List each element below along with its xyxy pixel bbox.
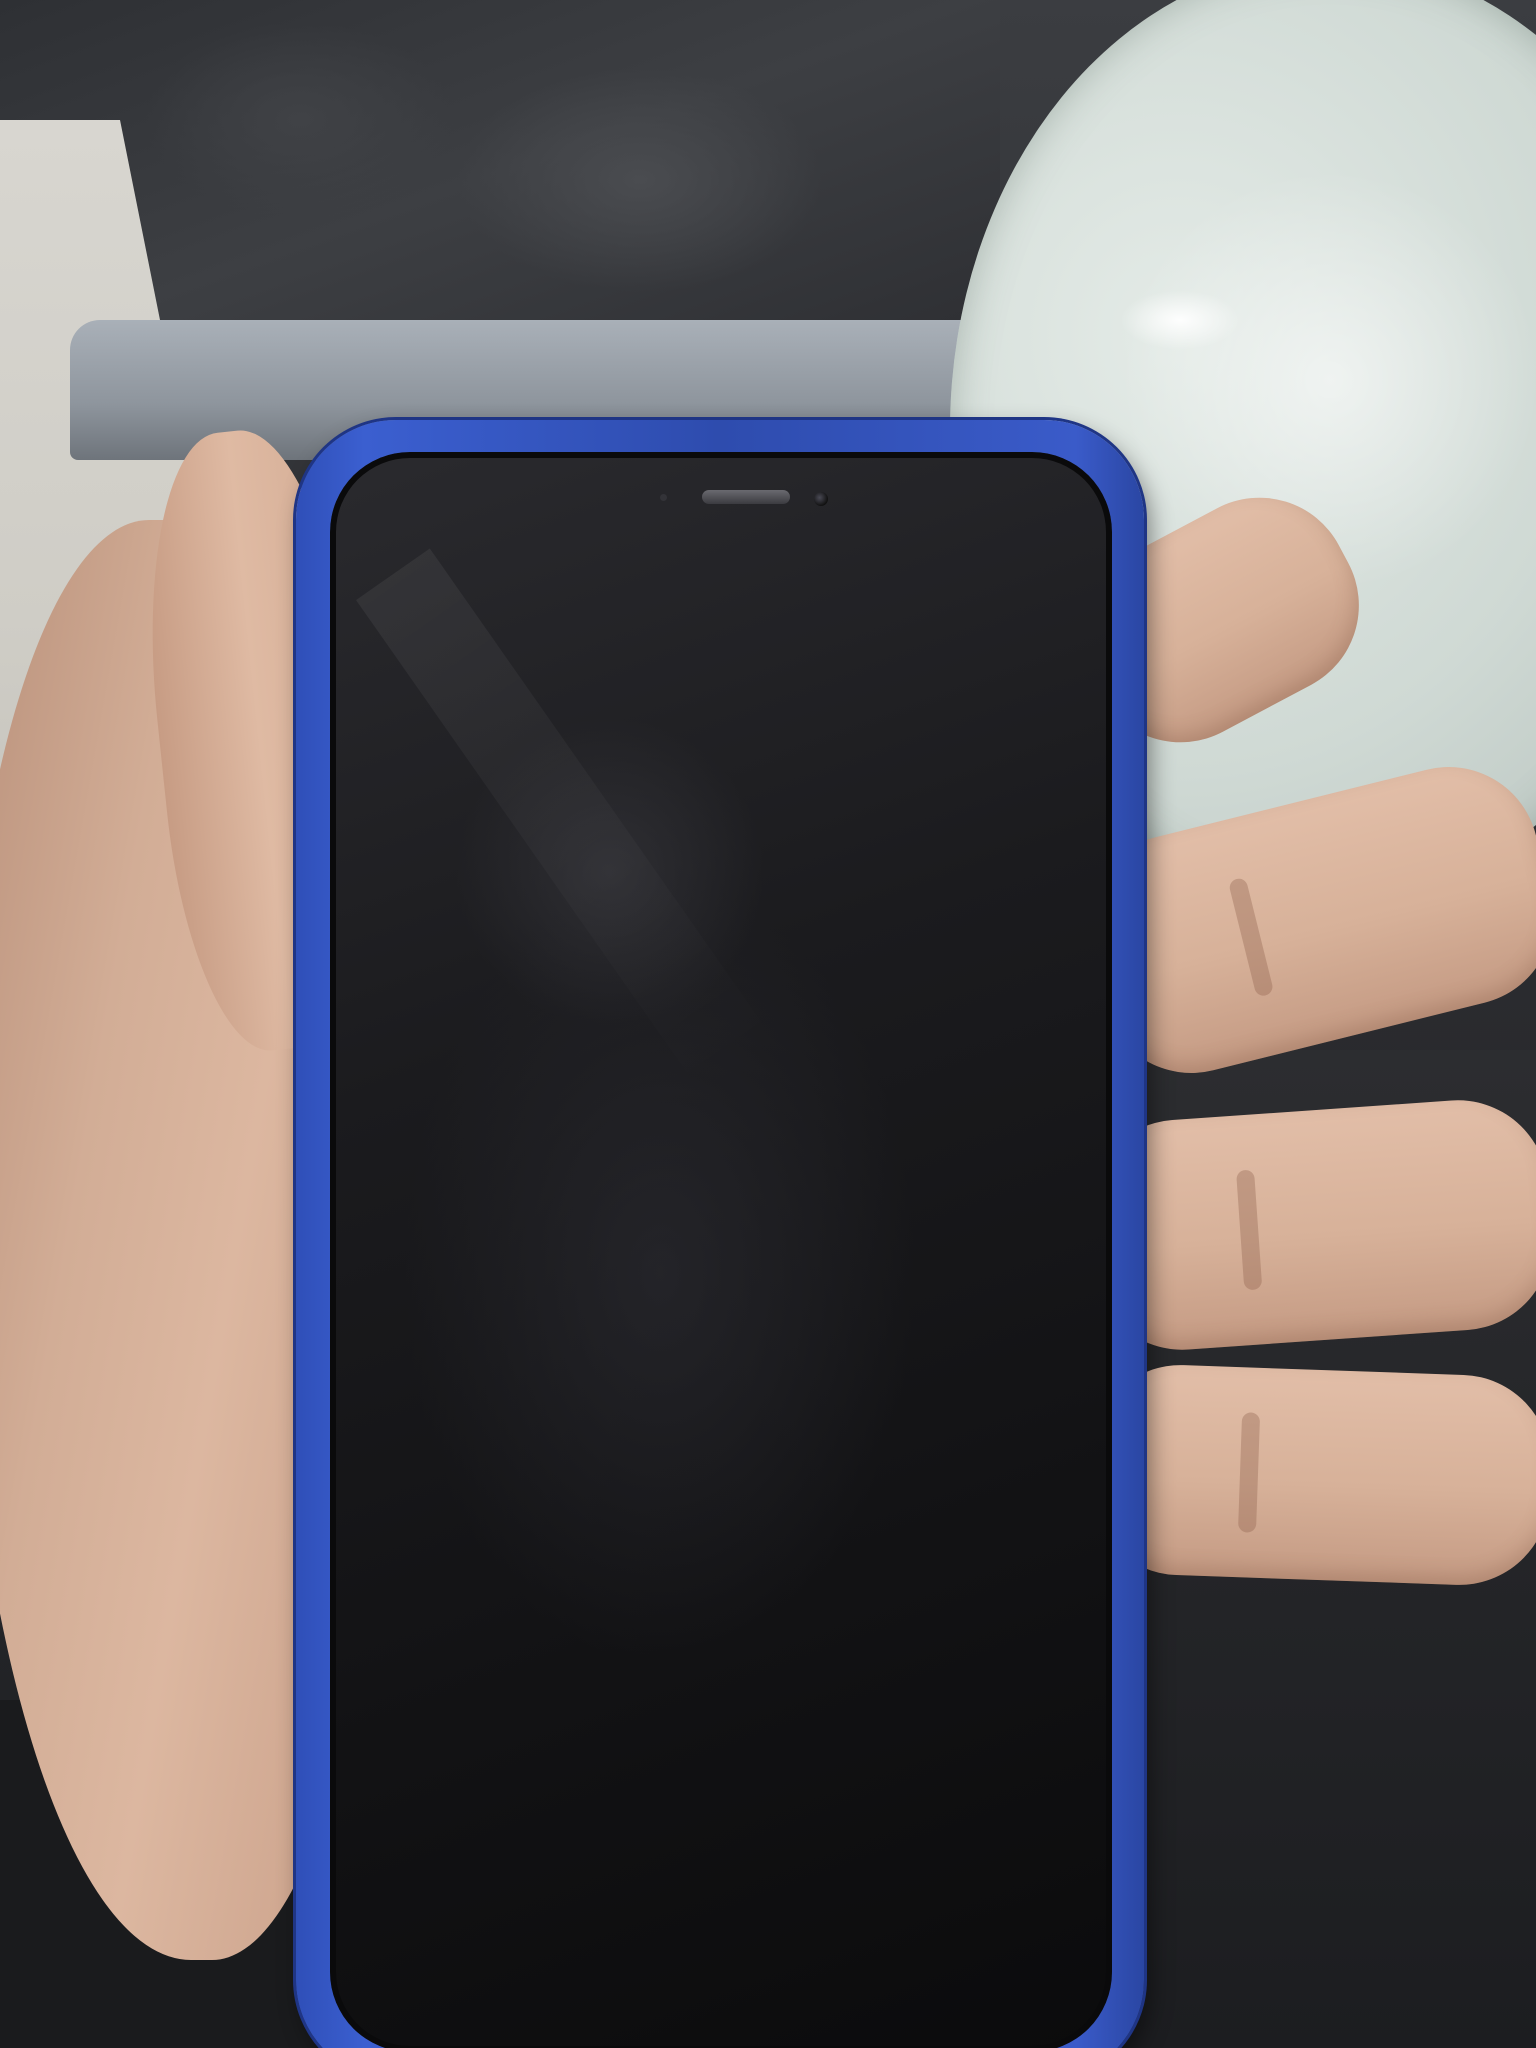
front-camera-icon <box>814 492 828 506</box>
earpiece-icon <box>702 490 790 504</box>
hand-finger-little <box>1086 1362 1536 1588</box>
proximity-sensor-icon <box>660 494 667 501</box>
photo-scene <box>0 0 1536 2048</box>
finger-knuckle <box>1236 1169 1263 1291</box>
finger-knuckle <box>1237 1412 1261 1533</box>
finger-knuckle <box>1227 876 1275 998</box>
table-glare <box>1120 290 1240 350</box>
hand-finger-ring <box>1082 1094 1536 1356</box>
